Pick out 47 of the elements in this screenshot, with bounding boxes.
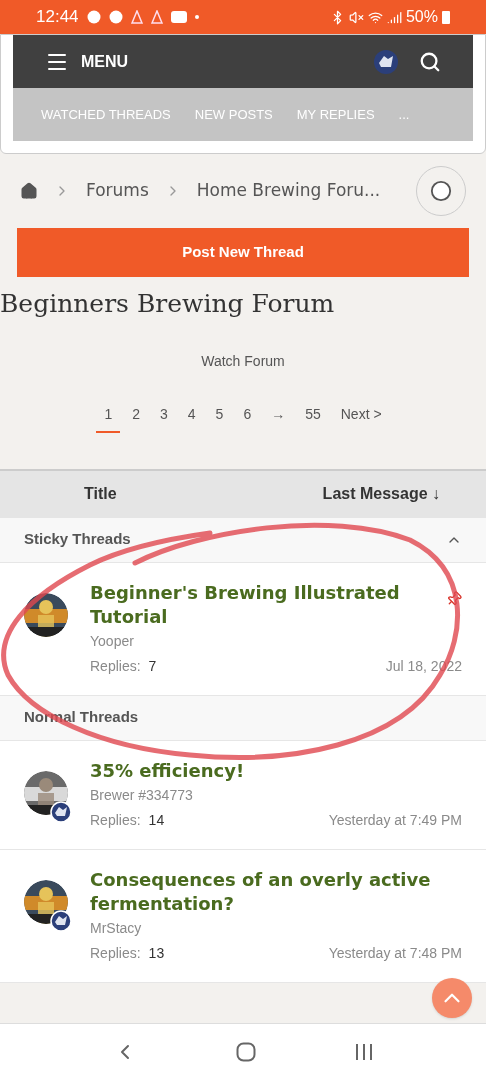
- breadcrumb-link[interactable]: Forums: [86, 178, 149, 204]
- battery-icon: [442, 10, 450, 24]
- thread-title[interactable]: 35% efficiency!: [90, 758, 462, 783]
- thread-title[interactable]: Beginner's Brewing Illustrated Tutorial: [90, 580, 462, 629]
- thread-author[interactable]: Brewer #334773: [90, 784, 462, 806]
- page-link[interactable]: 5: [207, 403, 232, 433]
- column-header[interactable]: Last Message ↓: [322, 482, 440, 506]
- replies-label: Replies:: [90, 943, 141, 963]
- breadcrumb-link[interactable]: Home Brewing Foru...: [196, 178, 381, 204]
- replies-label: Replies:: [90, 656, 141, 676]
- user-avatar[interactable]: [373, 48, 399, 75]
- page-link[interactable]: 3: [152, 403, 176, 433]
- battery-level: 50%: [405, 7, 438, 27]
- home-icon[interactable]: [20, 182, 38, 200]
- menu-button[interactable]: MENU: [45, 49, 129, 74]
- watch-forum-link[interactable]: Watch Forum: [201, 350, 285, 372]
- wifi-icon: [367, 9, 383, 25]
- page-title: Beginners Brewing Forum: [0, 288, 336, 320]
- page-link[interactable]: 4: [179, 403, 204, 433]
- thread-author[interactable]: Yooper: [90, 630, 462, 652]
- page-link[interactable]: 6: [235, 403, 260, 433]
- page-link[interactable]: →: [263, 403, 294, 433]
- replies-label: Replies:: [90, 810, 141, 830]
- last-message-date[interactable]: Yesterday at 7:48 PM: [328, 942, 462, 964]
- last-message-date[interactable]: Yesterday at 7:49 PM: [328, 809, 462, 831]
- triangle-icon: [150, 10, 163, 24]
- page-link[interactable]: 1: [96, 403, 121, 433]
- post-new-thread-button[interactable]: Post New Thread: [17, 228, 469, 277]
- page-link[interactable]: 2: [124, 403, 148, 433]
- triangle-icon: [130, 10, 143, 24]
- compass-button[interactable]: [416, 166, 466, 216]
- replies-count: 13: [148, 943, 165, 963]
- page-link[interactable]: Next >: [332, 403, 390, 433]
- replies-count: 14: [148, 810, 165, 830]
- thread-title[interactable]: Consequences of an overly active fermentation?: [90, 867, 462, 916]
- thread-author[interactable]: MrStacy: [90, 917, 462, 939]
- status-time: 12:44: [36, 6, 79, 29]
- replies-count: 7: [148, 656, 157, 676]
- search-icon[interactable]: [419, 50, 441, 73]
- column-header[interactable]: Title: [84, 482, 117, 506]
- page-link[interactable]: 55: [297, 403, 329, 433]
- dot-icon: [194, 15, 199, 19]
- signal-icon: [386, 9, 402, 25]
- mute-icon: [348, 9, 364, 25]
- section-title[interactable]: Sticky Threads: [24, 528, 131, 551]
- recent-apps-icon[interactable]: [354, 1043, 373, 1061]
- home-button-icon[interactable]: [236, 1042, 256, 1062]
